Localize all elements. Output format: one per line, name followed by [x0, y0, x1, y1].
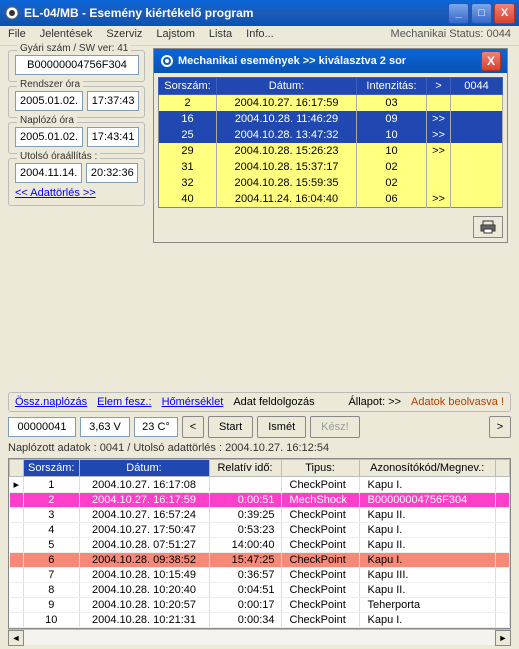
ctrl-v1[interactable]: 00000041	[8, 417, 76, 437]
mcol-empty[interactable]	[10, 460, 24, 477]
rendszer-fieldset: Rendszer óra 2005.01.02. 17:37:43	[8, 86, 145, 118]
table-row[interactable]: 62004.10.28. 09:38:5215:47:25CheckPointK…	[10, 553, 510, 568]
mcol-relativ[interactable]: Relatív idő:	[209, 460, 281, 477]
menu-file[interactable]: File	[8, 28, 26, 43]
naplozo-fieldset: Naplózó óra 2005.01.02. 17:43:41	[8, 122, 145, 154]
scroll-track[interactable]	[24, 630, 495, 645]
ismet-button[interactable]: Ismét	[257, 416, 306, 438]
start-button[interactable]: Start	[208, 416, 253, 438]
osszn-link[interactable]: Össz.naplózás	[15, 396, 87, 408]
adatfeld-label: Adat feldolgozás	[233, 396, 314, 408]
maximize-button[interactable]: □	[471, 3, 492, 24]
mcol-sorszam[interactable]: Sorszám:	[24, 460, 79, 477]
popup-row[interactable]: 22004.10.27. 16:17:5903	[159, 95, 503, 112]
table-row[interactable]: 32004.10.27. 16:57:240:39:25CheckPointKa…	[10, 508, 510, 523]
homerseklet-link[interactable]: Hőmérséklet	[162, 396, 224, 408]
gyari-fieldset: Gyári szám / SW ver: 41 B00000004756F304	[8, 50, 145, 82]
popup-row[interactable]: 162004.10.28. 11:46:2909>>	[159, 111, 503, 127]
naplozo-date[interactable]: 2005.01.02.	[15, 127, 83, 147]
rendszer-date[interactable]: 2005.01.02.	[15, 91, 83, 111]
popup-row[interactable]: 322004.10.28. 15:59:3502	[159, 175, 503, 191]
table-row[interactable]: 82004.10.28. 10:20:400:04:51CheckPointKa…	[10, 583, 510, 598]
popup-table: Sorszám: Dátum: Intenzitás: > 0044 22004…	[158, 77, 503, 208]
app-icon	[4, 5, 20, 21]
kesz-button[interactable]: Kész!	[310, 416, 360, 438]
col-code[interactable]: 0044	[451, 78, 503, 95]
utolso-fieldset: Utolsó óraállítás : 2004.11.14. 20:32:36…	[8, 158, 145, 206]
allapot-label: Állapot: >>	[348, 396, 401, 408]
popup-window: Mechanikai események >> kiválasztva 2 so…	[153, 48, 508, 243]
adattorles-link[interactable]: << Adattörlés >>	[15, 187, 96, 199]
mcol-datum[interactable]: Dátum:	[79, 460, 209, 477]
utolso-time[interactable]: 20:32:36	[86, 163, 138, 183]
popup-close-button[interactable]: X	[481, 51, 501, 71]
main-table-container: Sorszám: Dátum: Relatív idő: Tipus: Azon…	[8, 458, 511, 629]
popup-row[interactable]: 292004.10.28. 15:26:2310>>	[159, 143, 503, 159]
popup-title: Mechanikai események >> kiválasztva 2 so…	[178, 55, 406, 67]
table-row[interactable]: 52004.10.28. 07:51:2714:00:40CheckPointK…	[10, 538, 510, 553]
h-scrollbar[interactable]: ◄ ►	[8, 629, 511, 645]
window-title: EL-04/MB - Esemény kiértékelő program	[24, 6, 448, 20]
col-sorszam[interactable]: Sorszám:	[159, 78, 217, 95]
adatok-label: Adatok beolvasva !	[411, 396, 504, 408]
col-gt[interactable]: >	[427, 78, 451, 95]
scroll-left-icon[interactable]: ◄	[8, 630, 24, 646]
next-button[interactable]: >	[489, 416, 511, 438]
mcol-scroll	[496, 460, 510, 477]
ctrl-v2[interactable]: 3,63 V	[80, 417, 130, 437]
naplozo-time[interactable]: 17:43:41	[87, 127, 139, 147]
ctrl-v3[interactable]: 23 C°	[134, 417, 178, 437]
col-datum[interactable]: Dátum:	[217, 78, 357, 95]
menu-lista[interactable]: Lista	[209, 28, 232, 43]
table-row[interactable]: 42004.10.27. 17:50:470:53:23CheckPointKa…	[10, 523, 510, 538]
prev-button[interactable]: <	[182, 416, 204, 438]
gear-icon	[160, 54, 174, 68]
gyari-legend: Gyári szám / SW ver: 41	[17, 43, 131, 54]
menu-info[interactable]: Info...	[246, 28, 274, 43]
rendszer-legend: Rendszer óra	[17, 79, 83, 90]
popup-row[interactable]: 252004.10.28. 13:47:3210>>	[159, 127, 503, 143]
elemfesz-link[interactable]: Elem fesz.:	[97, 396, 151, 408]
table-row[interactable]: ▸12004.10.27. 16:17:08CheckPointKapu I.	[10, 477, 510, 493]
table-row[interactable]: 72004.10.28. 10:15:490:36:57CheckPointKa…	[10, 568, 510, 583]
popup-titlebar: Mechanikai események >> kiválasztva 2 so…	[154, 49, 507, 73]
menu-lajstom[interactable]: Lajstom	[156, 28, 195, 43]
status-label: Naplózott adatok : 0041 / Utolsó adattör…	[8, 442, 511, 454]
utolso-date[interactable]: 2004.11.14.	[15, 163, 82, 183]
menu-szerviz[interactable]: Szerviz	[106, 28, 142, 43]
naplozo-legend: Naplózó óra	[17, 115, 77, 126]
col-intenzitas[interactable]: Intenzitás:	[357, 78, 427, 95]
close-button[interactable]: X	[494, 3, 515, 24]
print-button[interactable]	[473, 216, 503, 238]
mid-bar: Össz.naplózás Elem fesz.: Hőmérséklet Ad…	[8, 392, 511, 412]
table-row[interactable]: 102004.10.28. 10:21:310:00:34CheckPointK…	[10, 613, 510, 628]
titlebar: EL-04/MB - Esemény kiértékelő program _ …	[0, 0, 519, 26]
mcol-azon[interactable]: Azonosítókód/Megnev.:	[359, 460, 496, 477]
table-row[interactable]: 22004.10.27. 16:17:590:00:51MechShockB00…	[10, 493, 510, 508]
popup-row[interactable]: 402004.11.24. 16:04:4006>>	[159, 191, 503, 208]
mcol-tipus[interactable]: Tipus:	[281, 460, 359, 477]
scroll-right-icon[interactable]: ►	[495, 630, 511, 646]
table-row[interactable]: 92004.10.28. 10:20:570:00:17CheckPointTe…	[10, 598, 510, 613]
rendszer-time[interactable]: 17:37:43	[87, 91, 139, 111]
utolso-legend: Utolsó óraállítás :	[17, 151, 100, 162]
mechanical-status: Mechanikai Status: 0044	[391, 28, 511, 43]
gyari-value[interactable]: B00000004756F304	[15, 55, 139, 75]
popup-row[interactable]: 312004.10.28. 15:37:1702	[159, 159, 503, 175]
minimize-button[interactable]: _	[448, 3, 469, 24]
printer-icon	[480, 220, 496, 234]
menu-jelentesek[interactable]: Jelentések	[40, 28, 93, 43]
